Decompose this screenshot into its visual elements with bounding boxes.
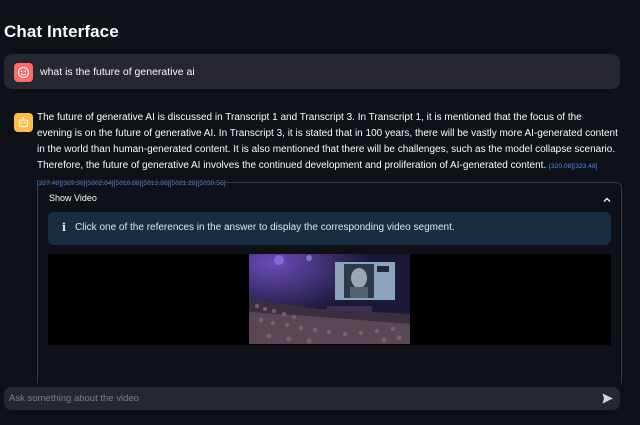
page-title: Chat Interface (4, 22, 119, 41)
assistant-message: The future of generative AI is discussed… (37, 110, 619, 192)
send-icon[interactable] (601, 392, 614, 410)
robot-icon (14, 113, 33, 132)
info-alert-text: Click one of the references in the answe… (75, 222, 455, 233)
info-alert: i Click one of the references in the ans… (48, 212, 611, 245)
video-player[interactable] (48, 254, 611, 345)
smiley-face-icon (14, 63, 33, 82)
user-message-text: what is the future of generative ai (40, 66, 195, 78)
chevron-up-icon[interactable] (602, 192, 612, 210)
user-message: what is the future of generative ai (4, 54, 620, 89)
show-video-expander: Show Video i Click one of the references… (37, 182, 622, 383)
expander-label[interactable]: Show Video (49, 193, 97, 203)
info-icon: i (61, 221, 67, 234)
chat-input-placeholder: Ask something about the video (9, 393, 139, 404)
video-frame (249, 254, 410, 344)
chat-input[interactable]: Ask something about the video (4, 387, 620, 410)
assistant-message-text: The future of generative AI is discussed… (37, 112, 618, 171)
